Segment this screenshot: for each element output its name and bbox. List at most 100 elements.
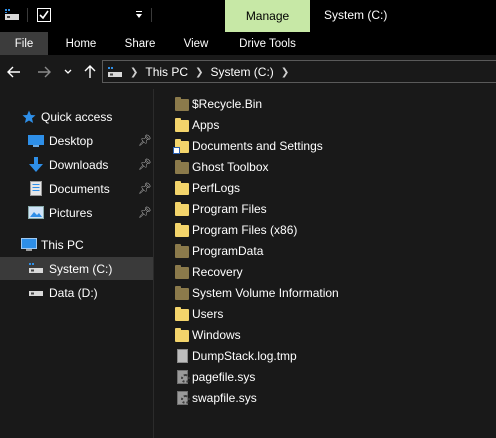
folder-icon [175, 307, 189, 322]
list-item[interactable]: PerfLogs [172, 178, 492, 199]
folder-shortcut-icon [173, 139, 189, 154]
sidebar-item-label: System (C:) [49, 261, 113, 276]
file-name: Windows [192, 328, 241, 342]
list-item[interactable]: swapfile.sys [172, 388, 492, 409]
file-name: Recovery [192, 265, 243, 279]
list-item[interactable]: Ghost Toolbox [172, 157, 492, 178]
pin-icon[interactable]: 📌︎ [138, 158, 152, 171]
file-name: Program Files [192, 202, 267, 216]
file-name: $Recycle.Bin [192, 97, 263, 111]
sidebar-item-label: Pictures [49, 205, 93, 220]
list-item[interactable]: Program Files (x86) [172, 220, 492, 241]
pin-icon[interactable]: 📌︎ [138, 134, 152, 147]
customize-toolbar-icon[interactable] [132, 6, 146, 24]
file-name: pagefile.sys [192, 370, 256, 384]
list-item[interactable]: System Volume Information [172, 283, 492, 304]
sidebar-item-system-c[interactable]: System (C:) [0, 257, 153, 280]
pin-icon[interactable]: 📌︎ [138, 206, 152, 219]
drive-icon [107, 66, 127, 79]
folder-hidden-icon [175, 160, 189, 175]
back-arrow-icon[interactable] [6, 63, 22, 81]
breadcrumb-chevron-icon[interactable]: ❯ [278, 67, 292, 78]
breadcrumb-chevron-icon[interactable]: ❯ [127, 67, 141, 78]
sidebar-item-documents[interactable]: Documents 📌︎ [0, 177, 153, 200]
folder-icon [175, 202, 189, 217]
list-item[interactable]: $Recycle.Bin [172, 94, 492, 115]
list-item[interactable]: DumpStack.log.tmp [172, 346, 492, 367]
star-icon [20, 109, 38, 125]
sidebar-item-data-d[interactable]: Data (D:) [0, 281, 153, 304]
folder-icon [175, 181, 189, 196]
breadcrumb-this-pc[interactable]: This PC [141, 65, 192, 79]
folder-hidden-icon [175, 286, 189, 301]
list-item[interactable]: pagefile.sys [172, 367, 492, 388]
file-list: $Recycle.Bin Apps Documents and Settings… [160, 94, 496, 438]
tab-file[interactable]: File [0, 32, 48, 55]
folder-hidden-icon [175, 265, 189, 280]
sidebar-item-desktop[interactable]: Desktop 📌︎ [0, 129, 153, 152]
window-title: System (C:) [324, 8, 388, 22]
sidebar-item-downloads[interactable]: Downloads 📌︎ [0, 153, 153, 176]
tab-view[interactable]: View [172, 32, 220, 55]
file-name: Apps [192, 118, 220, 132]
list-item[interactable]: Documents and Settings [172, 136, 492, 157]
file-name: Documents and Settings [192, 139, 323, 153]
file-name: Users [192, 307, 224, 321]
pane-divider[interactable] [153, 89, 154, 438]
sidebar-item-label: Data (D:) [49, 285, 98, 300]
sidebar-item-quick-access[interactable]: Quick access [0, 105, 153, 128]
pin-icon[interactable]: 📌︎ [138, 182, 152, 195]
drive-icon [27, 261, 45, 277]
tab-manage[interactable]: Manage [225, 0, 310, 32]
desktop-icon [27, 133, 45, 149]
sidebar-item-label: Quick access [41, 109, 113, 124]
folder-icon [175, 223, 189, 238]
list-item[interactable]: Apps [172, 115, 492, 136]
tab-share[interactable]: Share [115, 32, 165, 55]
breadcrumb-system-c[interactable]: System (C:) [206, 65, 277, 79]
file-name: System Volume Information [192, 286, 339, 300]
sidebar-item-label: Documents [49, 181, 110, 196]
document-icon [27, 181, 45, 197]
file-name: ProgramData [192, 244, 264, 258]
up-arrow-icon[interactable] [82, 63, 98, 81]
list-item[interactable]: Program Files [172, 199, 492, 220]
list-item[interactable]: Recovery [172, 262, 492, 283]
file-name: Ghost Toolbox [192, 160, 269, 174]
system-file-icon [175, 391, 190, 406]
toolbar-separator [27, 8, 28, 22]
file-name: Program Files (x86) [192, 223, 298, 237]
list-item[interactable]: Users [172, 304, 492, 325]
file-icon [175, 349, 189, 364]
tab-home[interactable]: Home [56, 32, 106, 55]
address-bar[interactable]: ❯ This PC ❯ System (C:) ❯ [102, 60, 496, 83]
recent-locations-chevron-icon[interactable] [62, 63, 74, 81]
sidebar-item-label: Downloads [49, 157, 109, 172]
folder-hidden-icon [175, 97, 189, 112]
forward-arrow-icon[interactable] [36, 63, 52, 81]
breadcrumb-chevron-icon[interactable]: ❯ [192, 67, 206, 78]
computer-icon [20, 237, 38, 253]
list-item[interactable]: Windows [172, 325, 492, 346]
toolbar-separator [151, 8, 152, 22]
drive-icon[interactable] [4, 6, 20, 24]
sidebar-item-this-pc[interactable]: This PC [0, 233, 153, 256]
file-name: PerfLogs [192, 181, 241, 195]
list-item[interactable]: ProgramData [172, 241, 492, 262]
file-name: swapfile.sys [192, 391, 257, 405]
checkbox-icon[interactable] [36, 6, 52, 24]
sidebar-item-label: This PC [41, 237, 84, 252]
sidebar-item-pictures[interactable]: Pictures 📌︎ [0, 201, 153, 224]
download-arrow-icon [27, 156, 45, 173]
folder-hidden-icon [175, 244, 189, 259]
system-file-icon [175, 370, 190, 385]
folder-icon [175, 118, 189, 133]
navigation-pane: Quick access Desktop 📌︎ Downloads 📌︎ Doc… [0, 89, 153, 438]
file-name: DumpStack.log.tmp [192, 349, 297, 363]
ribbon-tabs: File Home Share View Drive Tools [0, 32, 496, 55]
folder-icon [175, 328, 189, 343]
drive-icon [27, 285, 45, 301]
pictures-icon [27, 205, 45, 221]
tab-drive-tools[interactable]: Drive Tools [225, 32, 310, 55]
title-bar: Manage System (C:) [0, 0, 496, 32]
